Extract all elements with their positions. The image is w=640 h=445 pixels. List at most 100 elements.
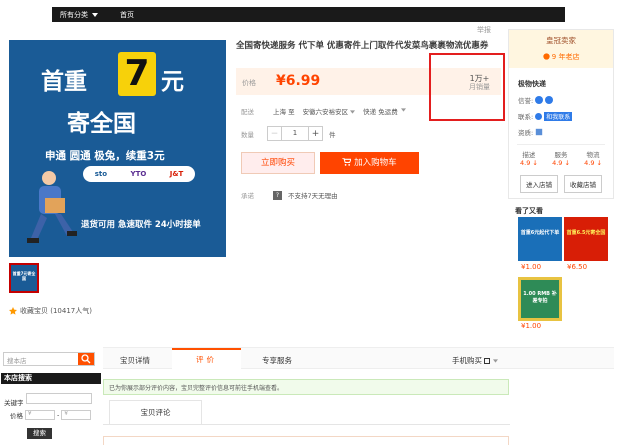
recommended-item-text: 首重6.5元寄全国 [566, 230, 606, 236]
shop-badge-header: 皇冠卖家 9 年老店 [509, 30, 613, 68]
ship-from: 上海 至 [273, 108, 295, 116]
score-value: 4.9 [584, 159, 595, 167]
score-service: 服务 4.9 ↓ [552, 151, 570, 167]
caret-down-icon [92, 12, 98, 17]
max-price-input[interactable]: ¥ [61, 410, 92, 420]
quantity-input[interactable]: 1 [281, 127, 309, 140]
recommended-item[interactable]: 1.00 RMB 补差专拍 [518, 277, 562, 321]
credit-label: 信誉: [518, 97, 534, 105]
store-search-input[interactable]: 搜本店 [4, 353, 78, 365]
highlight-box [429, 53, 505, 121]
ship-to-selector[interactable]: 安徽六安裕安区 [303, 106, 356, 116]
buy-now-button[interactable]: 立即购买 [241, 152, 315, 174]
price-label: 价格 [242, 79, 256, 87]
favorite-item-label: 收藏宝贝 (10417人气) [20, 307, 92, 315]
store-search-box: 搜本店 [3, 352, 95, 366]
detail-tabs: 宝贝详情 评价 专享服务 手机购买 [103, 347, 614, 370]
min-price-input[interactable]: ¥ [25, 410, 55, 420]
price-range-row: 价格 ¥ - ¥ [10, 410, 92, 420]
contact-label: 联系: [518, 113, 534, 121]
shop-years-label: 9 年老店 [551, 53, 580, 61]
recommended-item[interactable]: 首重6元起代下单 [518, 217, 562, 261]
tab-detail[interactable]: 宝贝详情 [120, 355, 150, 366]
shop-years: 9 年老店 [509, 52, 613, 62]
shipping-row: 配送 上海 至 安徽六安裕安区 快递 免运费 [241, 106, 406, 116]
quantity-minus-button[interactable]: − [268, 129, 281, 139]
score-label: 物流 [586, 151, 600, 159]
divider [517, 144, 605, 145]
all-categories-label: 所有分类 [60, 10, 88, 19]
ship-to: 安徽六安裕安区 [302, 108, 349, 116]
main-product-image[interactable]: 首重 7 元 寄全国 申通 圆通 极兔，续重3元 sto YTO J&T 退货可… [9, 40, 226, 257]
recommended-item-text: 首重6元起代下单 [520, 230, 560, 236]
image-headline-weight: 首重 [41, 69, 87, 95]
chat-icon [535, 112, 543, 120]
store-search-submit-button[interactable]: 搜索 [27, 428, 52, 439]
home-link[interactable]: 首页 [120, 10, 134, 20]
crown-icon [545, 96, 554, 104]
promise-row: 承诺 ? 不支持7天无理由 [241, 190, 338, 200]
quantity-plus-button[interactable]: + [309, 129, 322, 139]
promise-label: 承诺 [241, 192, 254, 200]
crown-icon [535, 96, 544, 104]
score-description: 描述 4.9 ↓ [520, 151, 538, 167]
contact-seller-button[interactable]: 和我联系 [544, 111, 573, 121]
keyword-input[interactable] [26, 393, 92, 404]
favorite-shop-button[interactable]: 收藏店铺 [564, 175, 602, 193]
report-link[interactable]: 举报 [477, 25, 491, 35]
promise-text: 不支持7天无理由 [288, 192, 338, 200]
divider [103, 424, 510, 425]
thumbnail-text: 首重7元寄全国 [12, 271, 36, 281]
score-value: 4.9 [552, 159, 563, 167]
add-to-cart-button[interactable]: 加入购物车 [320, 152, 419, 174]
thumbnail-image[interactable]: 首重7元寄全国 [9, 263, 39, 293]
image-headline-price: 7 [118, 52, 156, 96]
favorite-item-button[interactable]: 收藏宝贝 (10417人气) [9, 306, 92, 316]
tab-mobile-buy[interactable]: 手机购买 [452, 355, 498, 366]
quantity-stepper: − 1 + [267, 126, 323, 141]
review-notice: 已为你展示部分评价内容，宝贝完整评价信息可前往手机端查看。 [103, 379, 509, 395]
top-nav-bar: 所有分类 首页 [52, 7, 565, 22]
recommended-item-price: ¥1.00 [521, 322, 542, 330]
all-categories-menu[interactable]: 所有分类 [60, 10, 98, 20]
ship-method: 快递 免运费 [363, 108, 398, 116]
qualification-label: 资质: [518, 129, 534, 137]
shipping-label: 配送 [241, 108, 254, 116]
qr-icon [484, 358, 491, 364]
shop-contact-row: 联系: 和我联系 [518, 111, 613, 121]
question-icon[interactable]: ? [273, 190, 282, 200]
cart-icon [342, 157, 353, 166]
tab-service[interactable]: 专享服务 [262, 355, 292, 366]
tab-reviews[interactable]: 评价 [172, 348, 241, 370]
license-icon[interactable] [535, 128, 543, 136]
score-label: 服务 [554, 151, 568, 159]
shop-name[interactable]: 极物快递 [518, 79, 613, 89]
image-headline-nationwide: 寄全国 [67, 111, 136, 137]
chevron-down-icon [492, 359, 498, 363]
enter-shop-button[interactable]: 进入店铺 [520, 175, 558, 193]
image-headline-yuan: 元 [161, 69, 184, 95]
jt-logo: J&T [169, 170, 184, 178]
courier-illustration [27, 171, 77, 243]
shop-buttons: 进入店铺 收藏店铺 [520, 175, 613, 193]
score-value: 4.9 [520, 159, 531, 167]
score-label: 描述 [522, 151, 536, 159]
quantity-label: 数量 [241, 130, 254, 139]
recommended-item[interactable]: 首重6.5元寄全国 [564, 217, 608, 261]
yto-logo: YTO [130, 170, 147, 178]
tab-item-reviews[interactable]: 宝贝评论 [109, 400, 202, 424]
shop-info-panel: 皇冠卖家 9 年老店 极物快递 信誉: 联系: 和我联系 资质: 描述 4.9 ↓… [508, 29, 614, 199]
mobile-buy-label: 手机购买 [452, 356, 482, 365]
shop-qualification-row: 资质: [518, 127, 613, 137]
quantity-unit: 件 [329, 130, 336, 139]
image-carriers-text: 申通 圆通 极兔，续重3元 [45, 150, 165, 162]
keyword-label: 关键字 [4, 399, 24, 407]
quantity-row: 数量 − 1 + 件 [241, 126, 336, 141]
add-to-cart-label: 加入购物车 [354, 158, 397, 168]
chevron-down-icon [400, 108, 406, 112]
search-button[interactable] [78, 353, 94, 365]
review-filter-bar [103, 436, 509, 445]
recommended-item-price: ¥1.00 [521, 263, 542, 271]
product-title: 全国寄快递服务 代下单 优惠寄件上门取件代发菜鸟裹裹物流优惠券 [236, 41, 489, 51]
image-service-text: 退货可用 急速取件 24小时接单 [81, 220, 201, 230]
